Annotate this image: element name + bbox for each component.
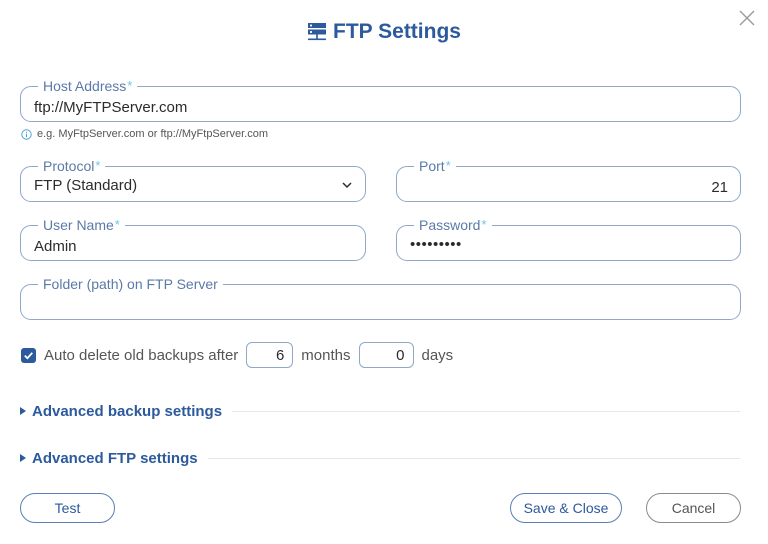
protocol-select[interactable]: Protocol* FTP (Standard) — [20, 157, 366, 202]
host-address-field[interactable]: Host Address* — [20, 77, 741, 122]
cancel-button[interactable]: Cancel — [646, 493, 741, 523]
advanced-ftp-label: Advanced FTP settings — [32, 449, 198, 467]
password-field[interactable]: Password* ••••••••• — [396, 216, 741, 261]
username-field[interactable]: User Name* — [20, 216, 366, 261]
info-icon — [21, 128, 32, 140]
host-address-hint: e.g. MyFtpServer.com or ftp://MyFtpServe… — [21, 128, 268, 140]
months-input[interactable] — [246, 342, 294, 368]
password-input[interactable]: ••••••••• — [397, 226, 740, 260]
advanced-ftp-toggle[interactable]: Advanced FTP settings — [20, 447, 740, 469]
section-divider — [207, 457, 740, 459]
caret-right-icon — [20, 454, 26, 462]
server-icon — [308, 23, 327, 41]
days-input[interactable] — [358, 342, 414, 368]
section-divider — [232, 410, 740, 412]
advanced-backup-label: Advanced backup settings — [32, 402, 223, 420]
chevron-down-icon — [342, 182, 352, 189]
days-label: days — [421, 346, 454, 364]
auto-delete-row: Auto delete old backups after months day… — [21, 342, 461, 368]
dialog-title-text: FTP Settings — [333, 20, 461, 43]
test-button[interactable]: Test — [20, 493, 115, 523]
protocol-value: FTP (Standard) — [34, 176, 138, 194]
save-close-button[interactable]: Save & Close — [510, 493, 622, 523]
port-input[interactable] — [397, 167, 740, 201]
username-input[interactable] — [21, 226, 365, 260]
months-label: months — [301, 346, 351, 364]
auto-delete-checkbox[interactable] — [21, 347, 36, 363]
advanced-backup-toggle[interactable]: Advanced backup settings — [20, 400, 740, 422]
folder-path-field[interactable]: Folder (path) on FTP Server — [20, 275, 741, 320]
folder-path-input[interactable] — [21, 285, 740, 319]
caret-right-icon — [20, 407, 26, 415]
checkmark-icon — [24, 351, 33, 360]
host-address-input[interactable] — [21, 87, 740, 121]
auto-delete-label: Auto delete old backups after — [44, 346, 239, 364]
dialog-title: FTP Settings — [0, 20, 768, 44]
port-field[interactable]: Port* — [396, 157, 741, 202]
